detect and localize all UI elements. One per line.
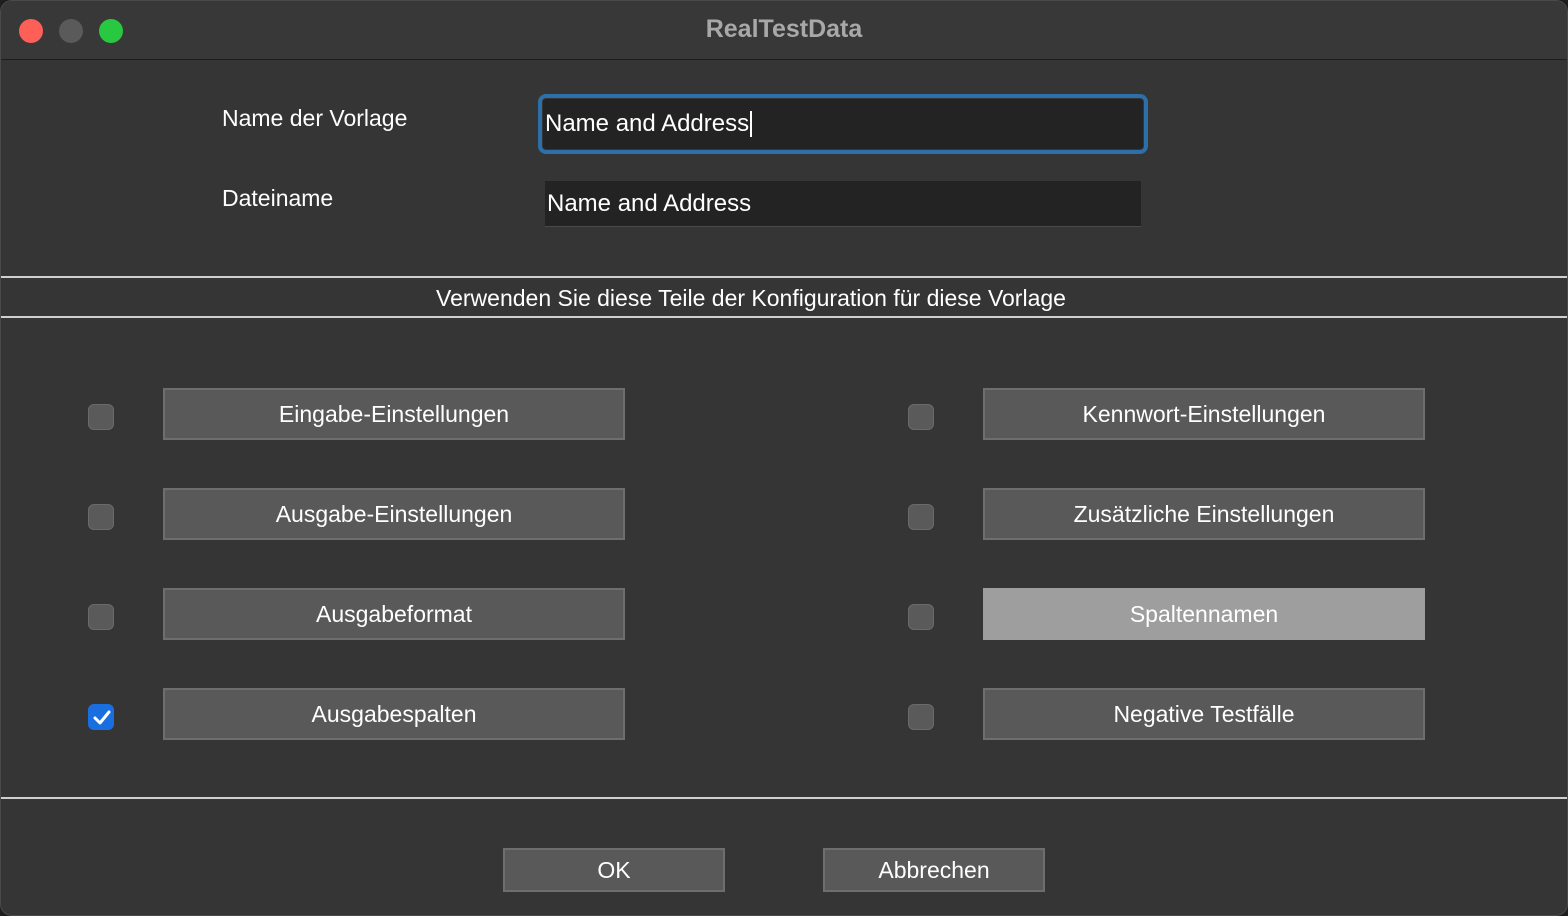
filename-value: Name and Address	[547, 189, 752, 217]
checkmark-icon	[93, 710, 111, 725]
additional-settings-button[interactable]: Zusätzliche Einstellungen	[983, 488, 1425, 540]
filename-label: Dateiname	[222, 185, 334, 211]
ok-button[interactable]: OK	[503, 848, 725, 892]
output-columns-button[interactable]: Ausgabespalten	[163, 688, 625, 740]
checkbox-output-columns[interactable]	[88, 704, 114, 730]
filename-input[interactable]: Name and Address	[545, 181, 1141, 227]
checkbox-output-format[interactable]	[88, 604, 114, 630]
text-caret	[750, 111, 753, 137]
input-settings-button[interactable]: Eingabe-Einstellungen	[163, 388, 625, 440]
window-title: RealTestData	[705, 15, 863, 43]
divider-top	[1, 276, 1567, 278]
output-settings-button[interactable]: Ausgabe-Einstellungen	[163, 488, 625, 540]
cancel-button[interactable]: Abbrechen	[823, 848, 1045, 892]
divider-bottom	[1, 797, 1567, 799]
output-format-button[interactable]: Ausgabeformat	[163, 588, 625, 640]
negative-tests-button[interactable]: Negative Testfälle	[983, 688, 1425, 740]
checkbox-additional-settings[interactable]	[908, 504, 934, 530]
dialog-window: RealTestData Name der Vorlage Name and A…	[0, 0, 1568, 916]
section-title: Verwenden Sie diese Teile der Konfigurat…	[436, 285, 1066, 311]
password-settings-button[interactable]: Kennwort-Einstellungen	[983, 388, 1425, 440]
checkbox-negative-tests[interactable]	[908, 704, 934, 730]
template-name-input[interactable]: Name and Address	[538, 94, 1148, 154]
divider-middle	[1, 316, 1567, 318]
column-names-button[interactable]: Spaltennamen	[983, 588, 1425, 640]
checkbox-input-settings[interactable]	[88, 404, 114, 430]
title-bar[interactable]: RealTestData	[1, 1, 1567, 60]
checkbox-password-settings[interactable]	[908, 404, 934, 430]
checkbox-column-names[interactable]	[908, 604, 934, 630]
checkbox-output-settings[interactable]	[88, 504, 114, 530]
template-name-value: Name and Address	[545, 110, 750, 137]
template-name-label: Name der Vorlage	[222, 105, 408, 131]
